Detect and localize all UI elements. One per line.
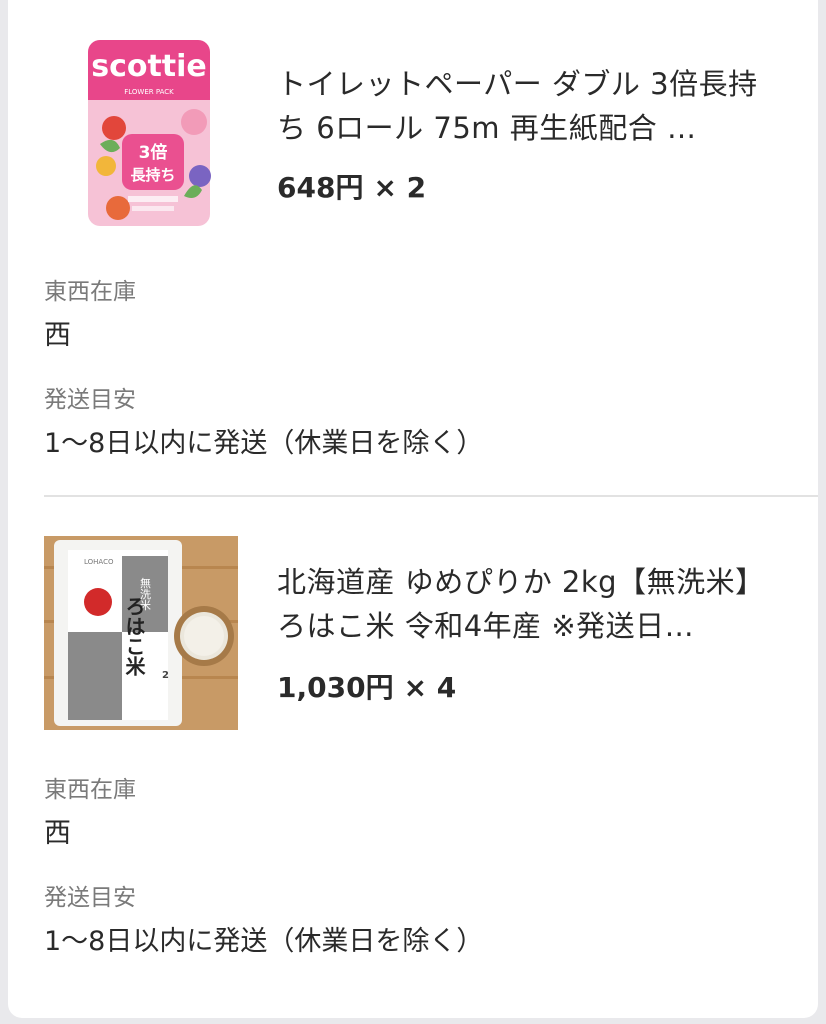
product-quantity: × 2 <box>373 171 427 204</box>
shipping-estimate-value: 1〜8日以内に発送（休業日を除く） <box>44 428 484 459</box>
flower-pack-text: FLOWER PACK <box>124 88 174 96</box>
price-quantity: 1,030円 × 4 <box>277 666 456 706</box>
stock-value: 西 <box>44 320 71 351</box>
weight-text: 2 <box>162 670 169 681</box>
badge-3bai-text: 3倍 <box>139 142 168 163</box>
brand-logo-text: scottie <box>91 49 207 84</box>
product-title[interactable]: 北海道産 ゆめぴりか 2kg【無洗米】ろはこ米 令和4年産 ※発送日… <box>277 560 787 648</box>
stock-value: 西 <box>44 818 71 849</box>
rice-bag-image: LOHACO 無洗米 ろはこ米 2 <box>44 536 238 730</box>
shipping-estimate-value: 1〜8日以内に発送（休業日を除く） <box>44 926 484 957</box>
product-title[interactable]: トイレットペーパー ダブル 3倍長持ち 6ロール 75m 再生紙配合 … <box>277 62 787 150</box>
toilet-paper-package-image: scottie FLOWER PACK 3倍 長持ち <box>44 36 238 230</box>
badge-nagamochi-text: 長持ち <box>130 166 175 184</box>
rohakomai-main-text: ろはこ米 <box>122 596 146 677</box>
stock-label: 東西在庫 <box>44 777 136 803</box>
order-item: LOHACO 無洗米 ろはこ米 2 北海道産 ゆめぴりか 2kg【無洗米】ろはこ… <box>8 496 818 1018</box>
product-image-toilet-paper[interactable]: scottie FLOWER PACK 3倍 長持ち <box>44 36 238 230</box>
price-quantity: 648円 × 2 <box>277 166 426 206</box>
product-price: 648円 <box>277 171 364 204</box>
lohaco-logo-text: LOHACO <box>84 558 114 566</box>
stock-label: 東西在庫 <box>44 279 136 305</box>
product-quantity: × 4 <box>403 671 457 704</box>
product-price: 1,030円 <box>277 671 394 704</box>
shipping-estimate-label: 発送目安 <box>44 387 136 413</box>
order-items-card: scottie FLOWER PACK 3倍 長持ち トイレットペーパー ダブル… <box>8 0 818 1018</box>
product-image-rice[interactable]: LOHACO 無洗米 ろはこ米 2 <box>44 536 238 730</box>
order-item: scottie FLOWER PACK 3倍 長持ち トイレットペーパー ダブル… <box>8 0 818 496</box>
shipping-estimate-label: 発送目安 <box>44 885 136 911</box>
